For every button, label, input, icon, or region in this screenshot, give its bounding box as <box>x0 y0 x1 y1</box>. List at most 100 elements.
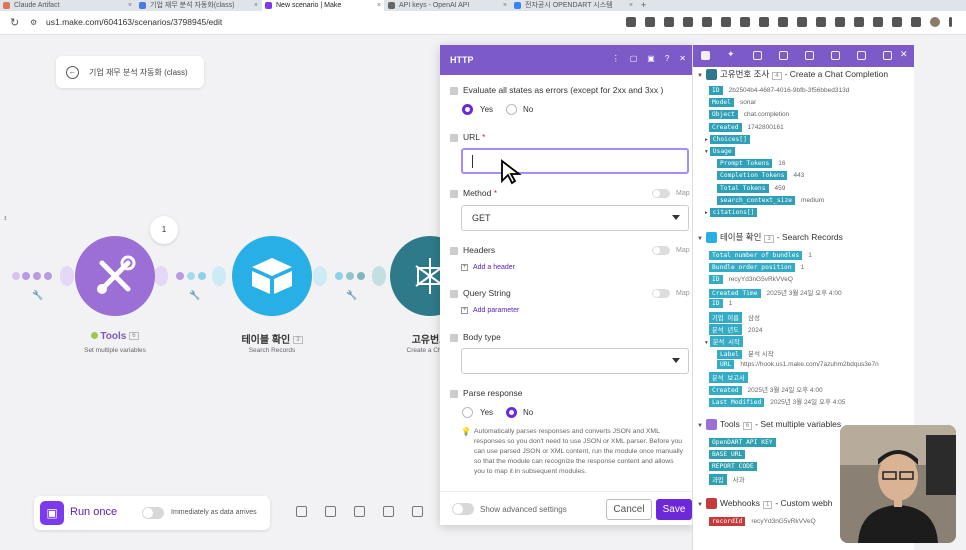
method-map-toggle[interactable] <box>652 189 670 198</box>
extension-icon[interactable] <box>797 17 807 27</box>
extension-icon[interactable] <box>778 17 788 27</box>
new-tab-button[interactable]: + <box>638 0 652 11</box>
bookmark-star-icon[interactable] <box>702 17 712 27</box>
output-data-row[interactable]: Completion Tokens 443 <box>717 171 804 181</box>
browser-tab-active[interactable]: New scenario | Make × <box>262 0 384 11</box>
evaluate-no-radio[interactable] <box>506 104 517 115</box>
download-icon[interactable] <box>911 17 921 27</box>
output-data-row[interactable]: 분석 년도 2024 <box>709 323 762 335</box>
tools-module-node[interactable] <box>75 236 155 316</box>
toolbar-scheduling-icon[interactable] <box>296 506 307 517</box>
close-tab-icon[interactable]: × <box>503 0 507 11</box>
connector-handle[interactable] <box>372 266 386 286</box>
output-data-row[interactable]: Created Time 2025년 3월 24일 오후 4:00 <box>709 287 842 299</box>
run-once-label[interactable]: Run once <box>70 506 117 518</box>
extension-icon[interactable] <box>721 17 731 27</box>
output-data-row[interactable]: ▸ citations[] <box>705 208 763 217</box>
close-icon[interactable]: ✕ <box>679 54 686 63</box>
extension-icon[interactable] <box>816 17 826 27</box>
key-icon[interactable] <box>626 17 636 27</box>
evaluate-yes-radio[interactable] <box>462 104 473 115</box>
add-header-link[interactable]: Add a header <box>473 264 515 271</box>
query-map-toggle[interactable] <box>652 289 670 298</box>
close-tab-icon[interactable]: × <box>254 0 258 11</box>
browser-tab[interactable]: API keys - OpenAI API × <box>385 0 510 11</box>
immediately-toggle[interactable] <box>142 507 164 519</box>
cancel-button[interactable]: Cancel <box>606 499 652 520</box>
maximize-icon[interactable]: ▢ <box>630 54 638 63</box>
toolbar-icon[interactable] <box>857 51 866 60</box>
output-section-header[interactable]: ▼ 고유번호 조사 4- Create a Chat Completion <box>697 68 888 81</box>
more-options-icon[interactable]: ⋮ <box>612 54 620 63</box>
wrench-icon[interactable]: 🔧 <box>346 290 357 301</box>
save-button[interactable]: Save <box>656 499 692 520</box>
url-field[interactable]: us1.make.com/604163/scenarios/3798945/ed… <box>46 17 222 27</box>
extension-icon[interactable] <box>854 17 864 27</box>
extension-icon[interactable] <box>740 17 750 27</box>
extension-icon[interactable] <box>759 17 769 27</box>
toolbar-settings-icon[interactable] <box>354 506 365 517</box>
output-data-row[interactable]: recordId recyYd3nG5vRkVVeQ <box>709 517 816 526</box>
output-data-row[interactable]: OpenDART API KEY <box>709 438 782 447</box>
settings-icon[interactable] <box>883 51 892 60</box>
collapse-icon[interactable] <box>450 133 458 142</box>
output-data-row[interactable]: 분석 보고서 <box>709 372 754 383</box>
output-data-row[interactable]: ID 2b2504b4-4687-4016-9bfb-3f56bbed313d <box>709 86 849 95</box>
collapse-icon[interactable] <box>450 189 458 198</box>
output-section-header[interactable]: ▼ Tools 6- Set multiple variables <box>697 419 841 431</box>
operation-count-bubble[interactable]: 1 <box>150 216 178 244</box>
browser-tab[interactable]: 전자공시 OPENDART 시스템 × <box>511 0 636 11</box>
expand-arrow-icon[interactable]: ▾ <box>705 149 708 155</box>
output-section-header[interactable]: ▼ Webhooks 1- Custom webh <box>697 498 832 510</box>
connector-handle[interactable] <box>60 266 74 286</box>
extension-icon[interactable] <box>835 17 845 27</box>
expand-arrow-icon[interactable]: ▾ <box>705 340 708 346</box>
share-icon[interactable] <box>683 17 693 27</box>
method-select[interactable]: GET <box>461 205 689 231</box>
add-parameter-link[interactable]: Add parameter <box>473 307 519 314</box>
output-data-row[interactable]: Model sonar <box>709 98 756 108</box>
output-data-row[interactable]: Label 분석 시작 <box>717 348 774 359</box>
collapse-icon[interactable] <box>450 389 458 398</box>
output-data-row[interactable]: ▾ 분석 시작 <box>705 335 749 347</box>
output-data-row[interactable]: Prompt Tokens 16 <box>717 159 786 169</box>
puzzle-icon[interactable] <box>873 17 883 27</box>
toolbar-controls-icon[interactable] <box>325 506 336 517</box>
ai-sparkle-icon[interactable]: ✦ <box>727 49 736 59</box>
toolbar-icon[interactable] <box>805 51 814 60</box>
body-type-select[interactable] <box>461 348 689 374</box>
profile-avatar[interactable] <box>930 17 940 27</box>
output-data-row[interactable]: URL https://hook.us1.make.com/7azuhm2bdqu… <box>717 359 879 369</box>
parse-yes-radio[interactable] <box>462 407 473 418</box>
output-data-row[interactable]: Total number of bundles 1 <box>709 251 812 260</box>
help-icon[interactable]: ? <box>665 54 669 63</box>
toolbar-flow-icon[interactable] <box>412 506 423 517</box>
advanced-settings-toggle[interactable] <box>452 503 474 515</box>
site-info-icon[interactable]: ⚙ <box>30 18 37 27</box>
airtable-module-node[interactable] <box>232 236 312 316</box>
output-data-row[interactable]: 기업 이름 삼성 <box>709 311 760 323</box>
close-tab-icon[interactable]: × <box>128 0 132 11</box>
output-data-row[interactable]: Last Modified 2025년 3월 24일 오후 4:05 <box>709 396 845 408</box>
output-data-row[interactable]: Created 1742800161 <box>709 122 784 132</box>
toolbar-icon[interactable] <box>779 51 788 60</box>
back-arrow-icon[interactable]: ← <box>66 65 79 79</box>
output-data-row[interactable]: REPORT CODE <box>709 462 763 471</box>
connector-handle[interactable] <box>313 266 327 286</box>
output-data-row[interactable]: ▾ Usage <box>705 147 741 156</box>
output-data-row[interactable]: Object chat.completion <box>709 110 789 120</box>
layout-icon[interactable]: ▣ <box>647 54 655 63</box>
headers-map-toggle[interactable] <box>652 246 670 255</box>
close-tab-icon[interactable]: × <box>377 0 381 11</box>
expand-arrow-icon[interactable]: ▸ <box>705 210 708 216</box>
wrench-icon[interactable]: 🔧 <box>189 290 200 301</box>
output-data-row[interactable]: Bundle order position 1 <box>709 263 804 273</box>
close-icon[interactable]: ✕ <box>900 49 908 60</box>
collapse-icon[interactable] <box>450 246 458 255</box>
connector-handle[interactable] <box>212 266 226 286</box>
browser-tab[interactable]: 기업 재무 분석 자동화(class) × <box>136 0 261 11</box>
output-data-row[interactable]: Total Tokens 459 <box>717 183 785 193</box>
browser-tab[interactable]: Claude Artifact × <box>0 0 135 11</box>
output-data-row[interactable]: search_context_size medium <box>717 195 824 205</box>
output-data-row[interactable]: Created 2025년 3월 24일 오후 4:00 <box>709 384 823 396</box>
